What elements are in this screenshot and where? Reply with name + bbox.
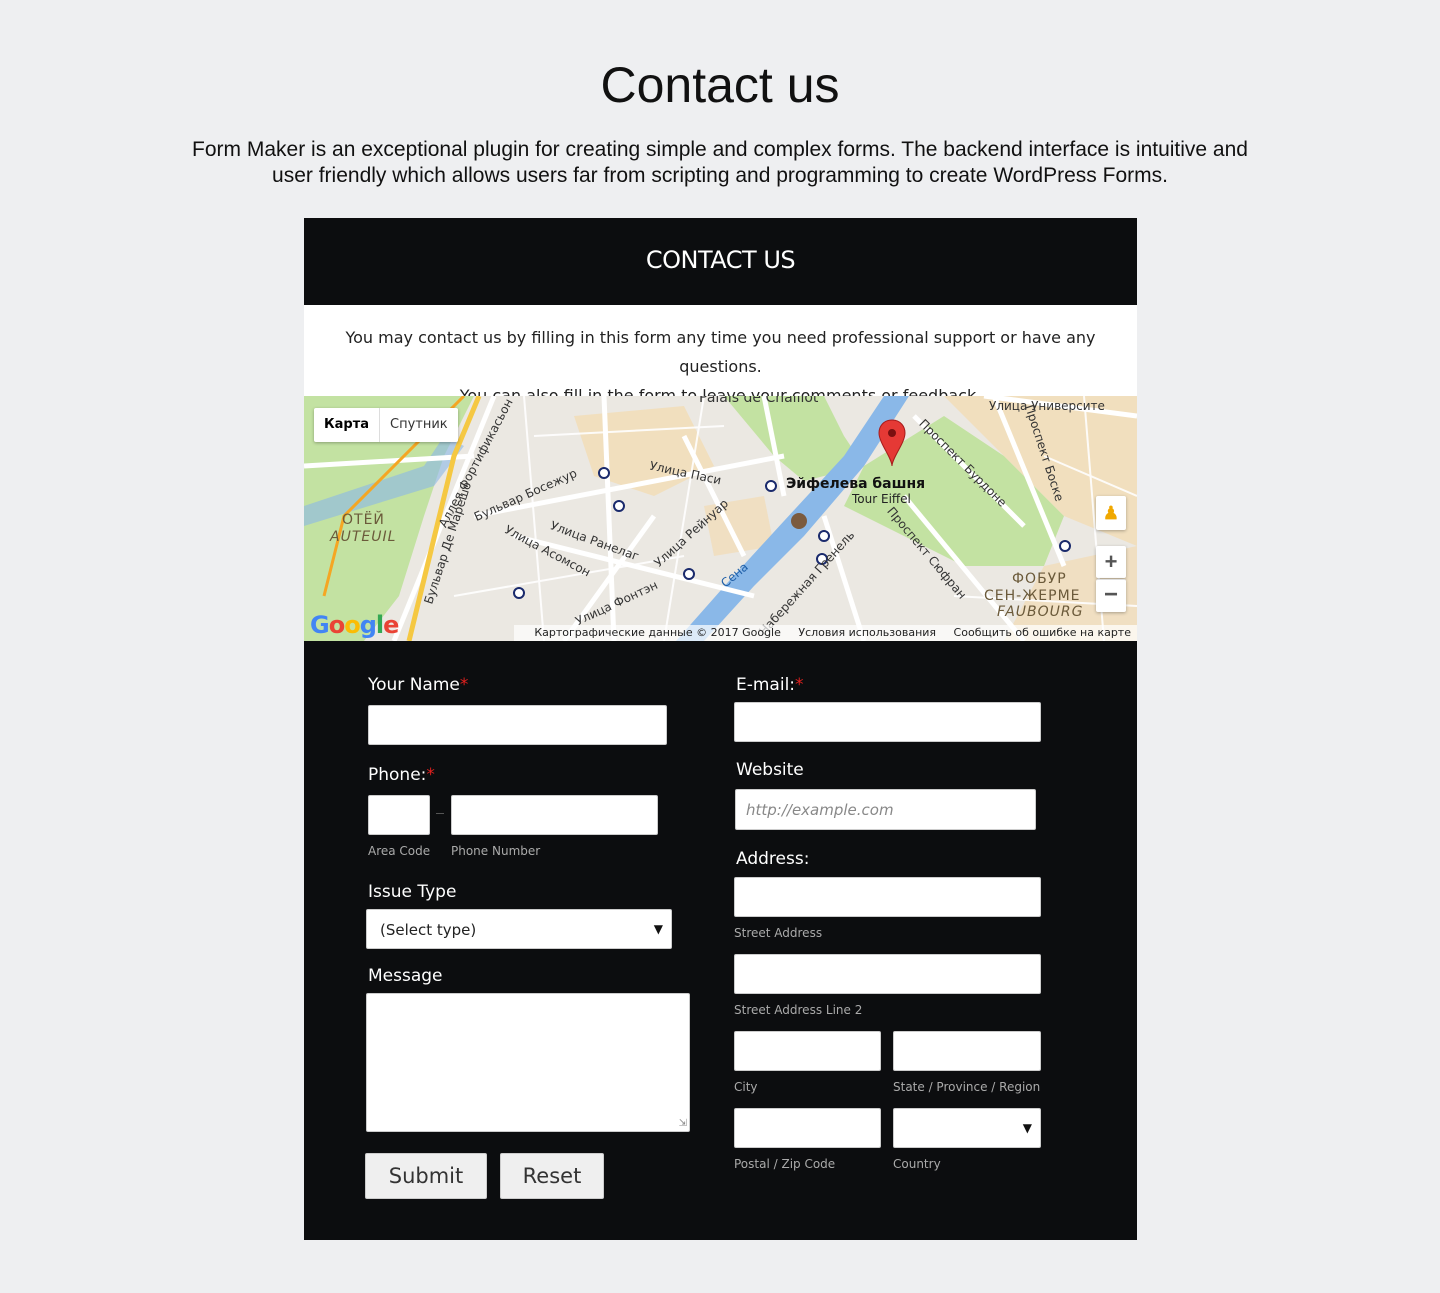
map-label-faubourg-ru2: СЕН-ЖЕРМЕ — [984, 588, 1081, 604]
form-header: CONTACT US — [645, 246, 796, 274]
message-label: Message — [368, 966, 443, 986]
map-label-auteuil-ru: ОТЁЙ — [342, 512, 385, 528]
reset-button[interactable]: Reset — [500, 1153, 604, 1199]
map-marker-title: Эйфелева башня — [786, 476, 926, 492]
email-input[interactable] — [734, 702, 1041, 742]
zoom-in-button[interactable]: + — [1096, 546, 1126, 578]
message-textarea[interactable]: ⇲ — [366, 993, 690, 1132]
form-intro: You may contact us by filling in this fo… — [304, 305, 1137, 405]
city-hint: City — [734, 1080, 758, 1094]
street-address-2-hint: Street Address Line 2 — [734, 1003, 863, 1017]
phone-separator — [436, 813, 444, 814]
submit-button[interactable]: Submit — [365, 1153, 487, 1199]
state-input[interactable] — [893, 1031, 1041, 1071]
map-terms-link[interactable]: Условия использования — [798, 626, 936, 639]
name-label: Your Name* — [368, 675, 469, 695]
country-select[interactable]: ▼ — [893, 1108, 1041, 1148]
street-address-input[interactable] — [734, 877, 1041, 917]
phone-number-hint: Phone Number — [451, 844, 541, 858]
map-attribution: Картографические данные © 2017 Google — [534, 626, 781, 639]
zoom-out-button[interactable]: − — [1096, 579, 1126, 612]
zip-input[interactable] — [734, 1108, 881, 1148]
map-type-map-button[interactable]: Карта — [314, 408, 381, 442]
resize-handle-icon[interactable]: ⇲ — [679, 1119, 687, 1129]
issue-type-select[interactable]: (Select type) ▼ — [366, 909, 672, 949]
map-label-palais: Palais de Chaillot — [699, 396, 819, 406]
map-report-link[interactable]: Сообщить об ошибке на карте — [954, 626, 1131, 639]
page-description: Form Maker is an exceptional plugin for … — [192, 138, 1248, 187]
caret-down-icon: ▼ — [1022, 1121, 1032, 1135]
country-hint: Country — [893, 1157, 941, 1171]
phone-label: Phone:* — [368, 765, 435, 785]
map-label-faubourg-ru1: ФОБУР — [1012, 571, 1067, 587]
zip-hint: Postal / Zip Code — [734, 1157, 836, 1171]
email-label: E-mail:* — [736, 675, 804, 695]
name-input[interactable] — [368, 705, 667, 745]
contact-form: CONTACT US You may contact us by filling… — [304, 218, 1137, 1240]
map-label-auteuil: AUTEUIL — [330, 529, 397, 545]
pegman-icon[interactable]: ♟ — [1096, 496, 1126, 530]
map-label-universite: Улица Университе — [989, 399, 1105, 413]
street-address-hint: Street Address — [734, 926, 823, 940]
area-code-hint: Area Code — [368, 844, 431, 858]
issue-type-value: (Select type) — [380, 921, 477, 939]
page-title: Contact us — [600, 57, 840, 113]
state-hint: State / Province / Region — [893, 1080, 1041, 1094]
issue-type-label: Issue Type — [368, 882, 457, 902]
city-input[interactable] — [734, 1031, 881, 1071]
intro-line-1: You may contact us by filling in this fo… — [345, 328, 1096, 376]
caret-down-icon: ▼ — [653, 922, 663, 936]
phone-number-input[interactable] — [451, 795, 658, 835]
map-type-control: Карта Спутник — [314, 408, 458, 442]
map-attribution-bar: Картографические данные © 2017 Google Ус… — [514, 625, 1137, 641]
google-map[interactable]: Palais de Chaillot Улица Университе Улиц… — [304, 396, 1137, 641]
street-address-2-input[interactable] — [734, 954, 1041, 994]
form-fields: Your Name* Phone:* Area Code Phone Numbe… — [304, 641, 1137, 1240]
website-placeholder: http://example.com — [746, 801, 894, 819]
map-type-satellite-button[interactable]: Спутник — [380, 408, 458, 442]
address-label: Address: — [736, 849, 810, 869]
website-label: Website — [736, 760, 804, 780]
google-logo[interactable]: Google — [310, 611, 399, 639]
map-marker-subtitle: Tour Eiffel — [852, 492, 911, 506]
website-input[interactable]: http://example.com — [735, 789, 1036, 830]
map-marker-icon[interactable] — [877, 418, 907, 468]
map-label-faubourg: FAUBOURG — [997, 604, 1084, 620]
area-code-input[interactable] — [368, 795, 430, 835]
